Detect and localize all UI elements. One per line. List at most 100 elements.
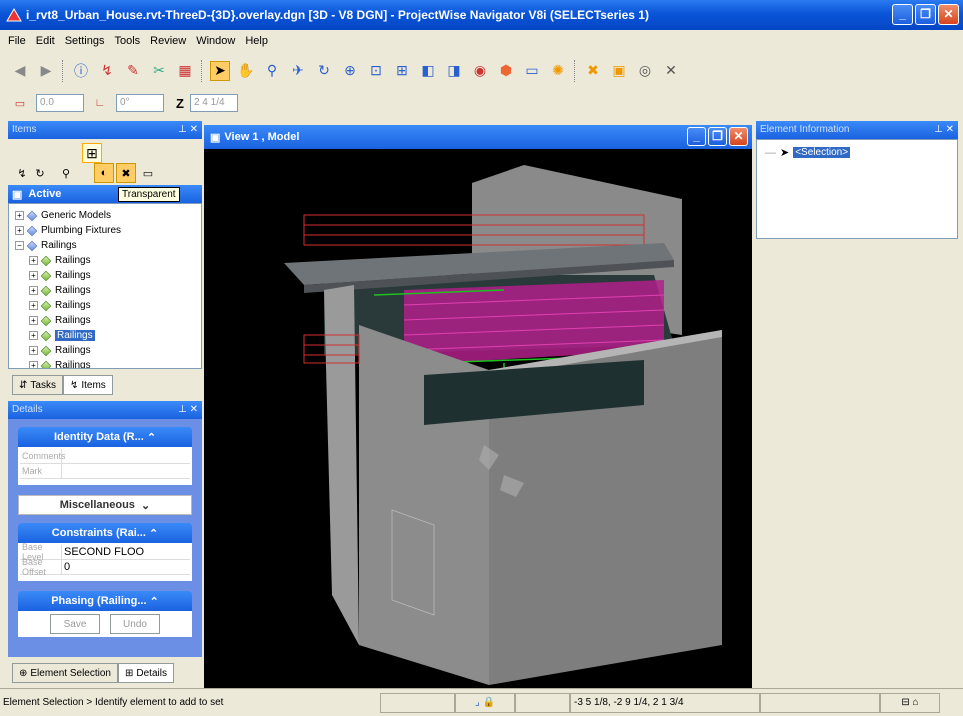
menu-help[interactable]: Help bbox=[245, 35, 268, 47]
items-tabs: ⇵ Tasks ↯ Items bbox=[8, 369, 202, 395]
hide-items-icon[interactable]: ✖ bbox=[116, 163, 136, 183]
markup-icon[interactable]: ✎ bbox=[123, 61, 143, 81]
menu-window[interactable]: Window bbox=[196, 35, 235, 47]
menu-bar: File Edit Settings Tools Review Window H… bbox=[0, 31, 963, 51]
forward-icon[interactable]: ▶ bbox=[36, 61, 56, 81]
grid-icon[interactable]: ⊞ bbox=[82, 143, 102, 163]
pointer-icon[interactable]: ➤ bbox=[210, 60, 230, 81]
expand-toggle-icon[interactable]: + bbox=[29, 331, 38, 340]
menu-edit[interactable]: Edit bbox=[36, 35, 55, 47]
status-tools-icon[interactable]: ⊟ ⌂ bbox=[880, 692, 940, 713]
tree-item[interactable]: + Railings bbox=[13, 283, 197, 298]
undo-button[interactable]: Undo bbox=[110, 614, 160, 634]
expand-toggle-icon[interactable]: + bbox=[29, 271, 38, 280]
collapse-icon[interactable]: ▭ bbox=[138, 163, 158, 183]
tree-item[interactable]: + Railings bbox=[13, 268, 197, 283]
tree-item[interactable]: + Plumbing Fixtures bbox=[13, 223, 197, 238]
tab-element-selection[interactable]: ⊕ Element Selection bbox=[12, 663, 118, 683]
target-icon[interactable]: ◎ bbox=[635, 61, 655, 81]
tree-item[interactable]: + Railings bbox=[13, 298, 197, 313]
expand-toggle-icon[interactable]: + bbox=[15, 226, 24, 235]
phasing-section-header[interactable]: Phasing (Railing... ⌃ bbox=[18, 591, 192, 611]
active-section-header[interactable]: ▣ Active Transparent bbox=[8, 185, 202, 203]
expand-toggle-icon[interactable]: + bbox=[29, 316, 38, 325]
identity-section-header[interactable]: Identity Data (R... ⌃ bbox=[18, 427, 192, 447]
menu-file[interactable]: File bbox=[8, 35, 26, 47]
isolate-icon[interactable]: ▣ bbox=[609, 61, 629, 81]
close-button[interactable]: ✕ bbox=[938, 4, 959, 25]
view-minimize-button[interactable]: _ bbox=[687, 127, 706, 146]
rotate-icon[interactable]: ↻ bbox=[314, 61, 334, 81]
base-offset-value[interactable]: 0 bbox=[62, 561, 190, 573]
details-close-icon[interactable]: ⊥ ✕ bbox=[178, 404, 198, 416]
view-display-icon[interactable]: ▭ bbox=[522, 61, 542, 81]
tree-item[interactable]: + Railings bbox=[13, 343, 197, 358]
transparent-icon[interactable]: ◐ bbox=[94, 163, 114, 183]
items-toolbar: ⊞ ↯ ↻ ⚲ ◐ ✖ ▭ bbox=[8, 139, 202, 185]
base-level-value[interactable]: SECOND FLOO bbox=[62, 546, 190, 558]
category-icon bbox=[26, 210, 38, 221]
tree-item[interactable]: + Railings bbox=[13, 358, 197, 368]
z-label: Z bbox=[176, 95, 184, 111]
find-icon[interactable]: ⚲ bbox=[56, 163, 76, 183]
back-icon[interactable]: ◀ bbox=[10, 61, 30, 81]
zoom-window-icon[interactable]: ⊡ bbox=[366, 61, 386, 81]
expand-toggle-icon[interactable]: + bbox=[29, 256, 38, 265]
menu-settings[interactable]: Settings bbox=[65, 35, 105, 47]
view-next-icon[interactable]: ◨ bbox=[444, 61, 464, 81]
expand-toggle-icon[interactable]: + bbox=[29, 346, 38, 355]
z-field[interactable]: 2 4 1/4 bbox=[189, 94, 238, 112]
tree-item[interactable]: + Railings bbox=[13, 253, 197, 268]
expand-toggle-icon[interactable]: + bbox=[29, 286, 38, 295]
view-restore-button[interactable]: ❐ bbox=[708, 127, 727, 146]
view-viewport[interactable] bbox=[204, 125, 752, 688]
lighting-icon[interactable]: ✺ bbox=[548, 61, 568, 81]
render-icon[interactable]: ⬢ bbox=[496, 61, 516, 81]
tree-item[interactable]: + Generic Models bbox=[13, 208, 197, 223]
tab-items[interactable]: ↯ Items bbox=[62, 375, 113, 395]
panel-close-icon[interactable]: ⊥ ✕ bbox=[178, 124, 198, 136]
fit-view-icon[interactable]: ⊞ bbox=[392, 61, 412, 81]
camera-icon[interactable]: ◉ bbox=[470, 61, 490, 81]
menu-tools[interactable]: Tools bbox=[114, 35, 140, 47]
select-tool-icon[interactable]: ↯ bbox=[97, 61, 117, 81]
table-icon[interactable]: ▦ bbox=[175, 61, 195, 81]
element-info-close-icon[interactable]: ⊥ ✕ bbox=[934, 124, 954, 136]
restore-button[interactable]: ❐ bbox=[915, 4, 936, 25]
tree-item[interactable]: − Railings bbox=[13, 238, 197, 253]
hide-icon[interactable]: ✖ bbox=[583, 61, 603, 81]
tree-item-label: Railings bbox=[55, 345, 91, 356]
walk-icon[interactable]: ⚲ bbox=[262, 61, 282, 81]
save-button[interactable]: Save bbox=[50, 614, 100, 634]
category-icon bbox=[26, 240, 38, 251]
expand-toggle-icon[interactable]: − bbox=[15, 241, 24, 250]
x-field[interactable]: 0.0 bbox=[36, 94, 84, 112]
tree-item[interactable]: + Railings bbox=[13, 328, 197, 343]
misc-section-header[interactable]: Miscellaneous ⌄ bbox=[18, 495, 192, 515]
snap-icon[interactable]: ⌟ 🔒 bbox=[455, 692, 515, 713]
measure-icon[interactable]: ✂ bbox=[149, 61, 169, 81]
info-icon[interactable]: ⓘ bbox=[71, 61, 91, 81]
zoom-in-icon[interactable]: ⊕ bbox=[340, 61, 360, 81]
view-close-button[interactable]: ✕ bbox=[729, 127, 748, 146]
tree-item[interactable]: + Railings bbox=[13, 313, 197, 328]
building-model[interactable] bbox=[204, 125, 752, 688]
fly-icon[interactable]: ✈ bbox=[288, 61, 308, 81]
expand-toggle-icon[interactable]: + bbox=[29, 301, 38, 310]
filter-icon[interactable]: ↯ bbox=[12, 163, 32, 183]
menu-review[interactable]: Review bbox=[150, 35, 186, 47]
refresh-icon[interactable]: ↻ bbox=[30, 163, 50, 183]
tab-tasks[interactable]: ⇵ Tasks bbox=[12, 375, 63, 395]
expand-toggle-icon[interactable]: + bbox=[15, 211, 24, 220]
view-previous-icon[interactable]: ◧ bbox=[418, 61, 438, 81]
constraints-section-header[interactable]: Constraints (Rai... ⌃ bbox=[18, 523, 192, 543]
clear-icon[interactable]: ✕ bbox=[661, 61, 681, 81]
details-panel-header: Details ⊥ ✕ bbox=[8, 401, 202, 419]
tab-details[interactable]: ⊞ Details bbox=[118, 663, 174, 683]
tree-item-label: Railings bbox=[55, 330, 95, 341]
selection-node[interactable]: <Selection> bbox=[793, 147, 851, 158]
angle-field[interactable]: 0° bbox=[116, 94, 164, 112]
minimize-button[interactable]: _ bbox=[892, 4, 913, 25]
expand-toggle-icon[interactable]: + bbox=[29, 361, 38, 368]
pan-hand-icon[interactable]: ✋ bbox=[236, 61, 256, 81]
